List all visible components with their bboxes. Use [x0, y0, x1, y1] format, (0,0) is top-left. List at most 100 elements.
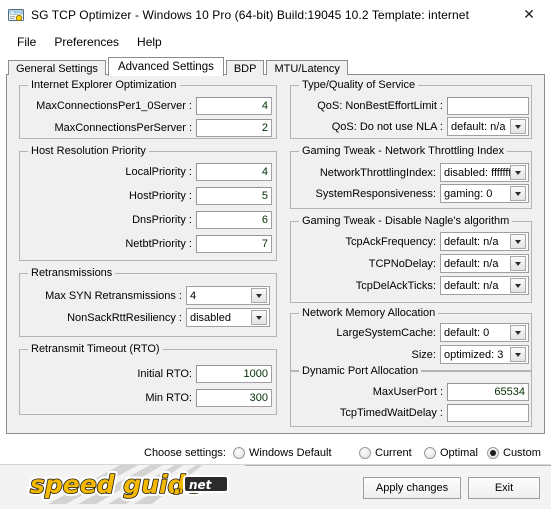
menu-item-help[interactable]: Help [128, 33, 171, 51]
group-retransmit-timeout: Retransmit Timeout (RTO) Initial RTO: 10… [19, 343, 277, 415]
select-value: default: n/a [451, 120, 506, 133]
field-label: LargeSystemCache: [336, 326, 436, 339]
radio-icon[interactable] [359, 447, 371, 459]
field-label: TcpAckFrequency: [345, 235, 436, 248]
chevron-down-icon[interactable] [510, 234, 526, 249]
largesystemcache-select[interactable]: default: 0 [440, 323, 529, 342]
group-title: Network Memory Allocation [299, 307, 439, 319]
field-label: TcpDelAckTicks: [355, 279, 436, 292]
chevron-down-icon[interactable] [510, 325, 526, 340]
radio-optimal[interactable]: Optimal [424, 447, 478, 459]
field-label: DnsPriority : [132, 213, 192, 226]
tcpdelackticks-select[interactable]: default: n/a [440, 276, 529, 295]
radio-label: Optimal [440, 447, 478, 459]
field-maxconnectionsper1-0server: MaxConnectionsPer1_0Server : 4 [26, 96, 272, 115]
exit-button[interactable]: Exit [468, 477, 540, 499]
qos-do-not-use-nla-select[interactable]: default: n/a [447, 117, 529, 136]
svg-text:net: net [189, 478, 213, 492]
field-hostpriority: HostPriority : 5 [26, 186, 272, 205]
group-title: Type/Quality of Service [299, 79, 419, 91]
select-value: gaming: 0 [444, 187, 493, 200]
dnspriority-input[interactable]: 6 [196, 210, 272, 229]
localpriority-input[interactable]: 4 [196, 162, 272, 181]
field-systemresponsiveness: SystemResponsiveness: gaming: 0 [297, 184, 529, 203]
field-tcpackfrequency: TcpAckFrequency: default: n/a [297, 232, 529, 251]
field-tcptimedwaitdelay: TcpTimedWaitDelay : [297, 403, 529, 422]
menu-item-file[interactable]: File [8, 33, 45, 51]
field-label: Size: [411, 348, 436, 361]
tab-bdp[interactable]: BDP [225, 60, 265, 75]
field-max-syn-retransmissions: Max SYN Retransmissions : 4 [26, 286, 272, 305]
menu-item-preferences[interactable]: Preferences [45, 33, 128, 51]
tcptimedwaitdelay-input[interactable] [447, 403, 529, 422]
networkthrottlingindex-select[interactable]: disabled: ffffffff [440, 163, 529, 182]
field-maxconnectionsperserver: MaxConnectionsPerServer : 2 [26, 118, 272, 137]
field-netbtpriority: NetbtPriority : 7 [26, 234, 272, 253]
tab-mtu-latency[interactable]: MTU/Latency [266, 60, 348, 75]
chevron-down-icon[interactable] [510, 347, 526, 362]
field-label: QoS: NonBestEffortLimit : [317, 99, 443, 112]
min-rto-input[interactable]: 300 [196, 388, 272, 407]
radio-icon[interactable] [233, 447, 245, 459]
field-label: Max SYN Retransmissions : [45, 289, 182, 302]
close-icon[interactable]: ✕ [507, 0, 551, 30]
footer-bar: speed guide speed guide . net Apply chan… [0, 464, 551, 509]
hostpriority-input[interactable]: 5 [196, 186, 272, 205]
chevron-down-icon[interactable] [251, 288, 267, 303]
qos-nonbesteffortlimit-input[interactable] [447, 96, 529, 115]
netbtpriority-input[interactable]: 7 [196, 234, 272, 253]
window-title: SG TCP Optimizer - Windows 10 Pro (64-bi… [31, 8, 470, 22]
field-label: Min RTO: [145, 391, 192, 404]
radio-current[interactable]: Current [359, 447, 412, 459]
tcpackfrequency-select[interactable]: default: n/a [440, 232, 529, 251]
speedguide-logo: speed guide speed guide . net [8, 465, 258, 509]
group-disable-nagles-algorithm: Gaming Tweak - Disable Nagle's algorithm… [290, 215, 532, 303]
field-label: NetworkThrottlingIndex: [319, 166, 436, 179]
field-label: QoS: Do not use NLA : [331, 120, 443, 133]
tcpnodelay-select[interactable]: default: n/a [440, 254, 529, 273]
group-title: Internet Explorer Optimization [28, 79, 180, 91]
chevron-down-icon[interactable] [510, 278, 526, 293]
chevron-down-icon[interactable] [251, 310, 267, 325]
group-network-memory-allocation: Network Memory Allocation LargeSystemCac… [290, 307, 532, 371]
field-qos-do-not-use-nla: QoS: Do not use NLA : default: n/a [297, 117, 529, 136]
radio-label: Windows Default [249, 447, 332, 459]
systemresponsiveness-select[interactable]: gaming: 0 [440, 184, 529, 203]
chevron-down-icon[interactable] [510, 119, 526, 134]
select-value: default: n/a [444, 257, 499, 270]
radio-icon[interactable] [487, 447, 499, 459]
maxuserport-input[interactable]: 65534 [447, 382, 529, 401]
radio-custom[interactable]: Custom [487, 447, 541, 459]
select-value: default: n/a [444, 235, 499, 248]
field-label: NetbtPriority : [125, 237, 192, 250]
radio-icon[interactable] [424, 447, 436, 459]
tab-advanced-settings[interactable]: Advanced Settings [107, 57, 224, 76]
group-title: Retransmissions [28, 267, 116, 279]
group-host-resolution-priority: Host Resolution Priority LocalPriority :… [19, 145, 277, 261]
field-tcpnodelay: TCPNoDelay: default: n/a [297, 254, 529, 273]
group-type-quality-of-service: Type/Quality of Service QoS: NonBestEffo… [290, 79, 532, 139]
max-syn-retransmissions-select[interactable]: 4 [186, 286, 270, 305]
chevron-down-icon[interactable] [510, 165, 526, 180]
select-value: disabled: ffffffff [444, 166, 510, 179]
choose-settings-label: Choose settings: [144, 447, 226, 459]
tab-general-settings[interactable]: General Settings [8, 60, 106, 75]
advanced-settings-panel: Internet Explorer Optimization MaxConnec… [6, 74, 545, 434]
apply-changes-button[interactable]: Apply changes [363, 477, 461, 499]
chevron-down-icon[interactable] [510, 186, 526, 201]
nonsackrttresiliency-select[interactable]: disabled [186, 308, 270, 327]
size-select[interactable]: optimized: 3 [440, 345, 529, 364]
field-label: MaxConnectionsPer1_0Server : [36, 99, 192, 112]
field-label: NonSackRttResiliency : [67, 311, 182, 324]
field-largesystemcache: LargeSystemCache: default: 0 [297, 323, 529, 342]
app-icon [8, 7, 24, 23]
select-value: disabled [190, 311, 231, 324]
chevron-down-icon[interactable] [510, 256, 526, 271]
maxconnectionsperserver-input[interactable]: 2 [196, 118, 272, 137]
maxconnectionsper1-0server-input[interactable]: 4 [196, 96, 272, 115]
select-value: optimized: 3 [444, 348, 504, 361]
group-title: Gaming Tweak - Network Throttling Index [299, 145, 507, 157]
choose-settings-row: Choose settings: Windows Default Current… [0, 442, 551, 464]
initial-rto-input[interactable]: 1000 [196, 364, 272, 383]
radio-windows-default[interactable]: Windows Default [233, 447, 332, 459]
